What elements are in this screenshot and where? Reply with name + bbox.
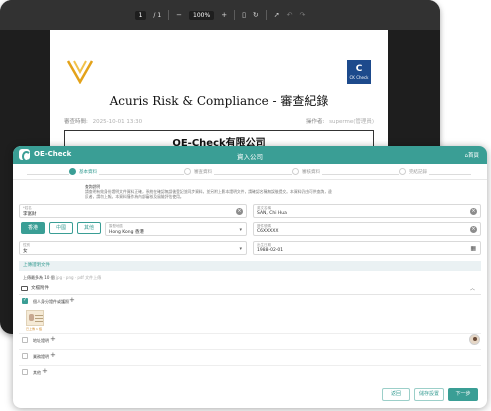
step-dot bbox=[69, 168, 76, 175]
back-button[interactable]: 返回 bbox=[382, 388, 410, 401]
step-label: 完結記錄 bbox=[409, 169, 427, 175]
upload-note: 上傳最多為 10 個 jpg · png · pdf 文件上傳 bbox=[23, 275, 101, 281]
review-time-value: 2025-10-01 13:30 bbox=[92, 119, 143, 125]
form-app-window: OE-Check 資入公司 ⌂首頁 基本資料 審查資料 審核資料 完結記錄 查詢… bbox=[13, 146, 487, 408]
step-label: 基本資料 bbox=[79, 169, 97, 175]
name-value: 李富財 bbox=[23, 212, 37, 217]
business-proof-label: 業務證明 bbox=[33, 354, 49, 359]
notice-body: 請查明有效身份證明文件資料正確，系統在確認無誤後登記並同步資料，並另附上影本證明… bbox=[85, 189, 332, 199]
id-document-checkbox[interactable] bbox=[22, 297, 28, 304]
toolbar-divider bbox=[265, 10, 267, 20]
zoom-out-button[interactable]: − bbox=[176, 11, 182, 19]
review-time-label: 審查時間: bbox=[64, 119, 88, 125]
id-text-line bbox=[35, 318, 43, 319]
avatar[interactable] bbox=[469, 334, 480, 345]
pointer-icon[interactable]: ➚ bbox=[274, 11, 280, 19]
clear-icon[interactable]: × bbox=[236, 208, 243, 215]
operator: 操作者: superme(管理員) bbox=[306, 117, 374, 125]
add-business-proof-button[interactable]: + bbox=[50, 352, 56, 359]
folder-label: 文檔附件 bbox=[31, 286, 49, 291]
progress-steps: 基本資料 審查資料 審核資料 完結記錄 bbox=[13, 164, 487, 180]
oe-check-logo: C CK Check bbox=[347, 60, 371, 84]
gender-select[interactable]: 性別 女 ▾ bbox=[19, 241, 247, 255]
step-2[interactable]: 審查資料 bbox=[184, 168, 214, 175]
id-text-line bbox=[35, 315, 43, 316]
address-proof-label: 地址證明 bbox=[33, 338, 49, 343]
issue-place-value: Hong Kong 香港 bbox=[109, 230, 144, 235]
document-title: Acuris Risk & Compliance - 審查紀錄 bbox=[109, 94, 329, 108]
business-proof-checkbox[interactable] bbox=[22, 353, 28, 359]
name-field[interactable]: *姓名 李富財 × bbox=[19, 204, 247, 218]
acuris-logo-icon bbox=[66, 60, 94, 84]
rotate-icon[interactable]: ↻ bbox=[253, 11, 259, 19]
fit-page-icon[interactable]: ▯ bbox=[242, 11, 246, 19]
id-number-field[interactable]: 證件號碼 C6XXXXX × bbox=[253, 222, 481, 236]
pdf-toolbar: 1 / 1 − 100% + ▯ ↻ ➚ ↶ ↷ bbox=[0, 0, 440, 30]
operator-value: superme(管理員) bbox=[329, 119, 375, 125]
toolbar-divider bbox=[234, 10, 236, 20]
upload-note-text: 上傳最多為 10 個 bbox=[23, 275, 55, 280]
upload-formats: jpg · png · pdf 文件上傳 bbox=[55, 275, 102, 280]
zoom-level[interactable]: 100% bbox=[189, 10, 215, 20]
id-text-line bbox=[35, 321, 43, 322]
step-dot bbox=[399, 168, 406, 175]
page-total: / 1 bbox=[153, 11, 162, 19]
id-document-label: 個人身分證件或護照 bbox=[33, 299, 69, 304]
english-name-value: SAN, Chi Hua bbox=[257, 211, 287, 216]
step-dot bbox=[292, 168, 299, 175]
step-label: 審核資料 bbox=[302, 169, 320, 175]
save-button[interactable]: 儲存設置 bbox=[414, 388, 444, 401]
chevron-down-icon: ▾ bbox=[239, 227, 242, 233]
folder-icon bbox=[21, 286, 28, 291]
thumbnail-caption: 已上傳 1 個 bbox=[26, 327, 42, 331]
chevron-up-icon[interactable]: ︿ bbox=[470, 283, 475, 295]
page-title: 資入公司 bbox=[237, 153, 263, 161]
other-document-checkbox[interactable] bbox=[22, 369, 28, 375]
step-3[interactable]: 審核資料 bbox=[292, 168, 322, 175]
step-4[interactable]: 完結記錄 bbox=[399, 168, 429, 175]
add-id-document-button[interactable]: + bbox=[69, 297, 75, 304]
english-name-field[interactable]: 英文名稱 SAN, Chi Hua × bbox=[253, 204, 481, 218]
doc-type-china[interactable]: 中國 bbox=[49, 222, 73, 234]
logo-text: CK Check bbox=[349, 75, 369, 80]
id-number-value: C6XXXXX bbox=[257, 229, 279, 234]
other-document-label: 其他 bbox=[33, 370, 41, 375]
clear-icon[interactable]: × bbox=[470, 208, 477, 215]
home-label: 首頁 bbox=[467, 153, 479, 159]
upload-section-title: 上傳證明文件 bbox=[19, 261, 481, 271]
gender-value: 女 bbox=[23, 249, 28, 254]
next-button[interactable]: 下一步 bbox=[448, 388, 478, 401]
row-divider bbox=[19, 333, 481, 334]
address-proof-checkbox[interactable] bbox=[22, 337, 28, 343]
step-1[interactable]: 基本資料 bbox=[69, 168, 99, 175]
toolbar-divider bbox=[168, 10, 170, 20]
step-dot bbox=[184, 168, 191, 175]
chevron-down-icon: ▾ bbox=[239, 246, 242, 252]
add-address-proof-button[interactable]: + bbox=[50, 336, 56, 343]
id-photo bbox=[29, 314, 34, 321]
home-link[interactable]: ⌂首頁 bbox=[464, 151, 479, 159]
notice-text: 查詢說明 請查明有效身份證明文件資料正確，系統在確認無誤後登記並同步資料，並另附… bbox=[85, 184, 335, 199]
doc-type-other[interactable]: 其他 bbox=[77, 222, 101, 234]
review-time: 審查時間: 2025-10-01 13:30 bbox=[64, 117, 142, 125]
screenshot-stage: 1 / 1 − 100% + ▯ ↻ ➚ ↶ ↷ C CK Check Acur… bbox=[0, 0, 491, 411]
attachments-folder-row[interactable]: 文檔附件 ︿ bbox=[19, 283, 481, 295]
page-number-input[interactable]: 1 bbox=[134, 10, 147, 20]
clear-icon[interactable]: × bbox=[470, 226, 477, 233]
undo-icon[interactable]: ↶ bbox=[287, 11, 293, 19]
app-header: OE-Check 資入公司 ⌂首頁 bbox=[13, 146, 487, 164]
step-label: 審查資料 bbox=[194, 169, 212, 175]
row-divider bbox=[19, 349, 481, 350]
calendar-icon[interactable]: ▦ bbox=[470, 246, 476, 252]
add-other-document-button[interactable]: + bbox=[42, 368, 48, 375]
dob-value: 1988-02-01 bbox=[257, 248, 284, 253]
operator-label: 操作者: bbox=[306, 119, 325, 125]
issue-place-select[interactable]: 簽發地區 Hong Kong 香港 ▾ bbox=[105, 222, 247, 236]
uploaded-id-thumbnail[interactable] bbox=[26, 310, 44, 326]
doc-type-hong-kong[interactable]: 香港 bbox=[21, 222, 45, 234]
redo-icon[interactable]: ↷ bbox=[300, 11, 306, 19]
row-divider bbox=[19, 365, 481, 366]
dob-field[interactable]: 出生日期 1988-02-01 ▦ bbox=[253, 241, 481, 255]
zoom-in-button[interactable]: + bbox=[221, 11, 227, 19]
